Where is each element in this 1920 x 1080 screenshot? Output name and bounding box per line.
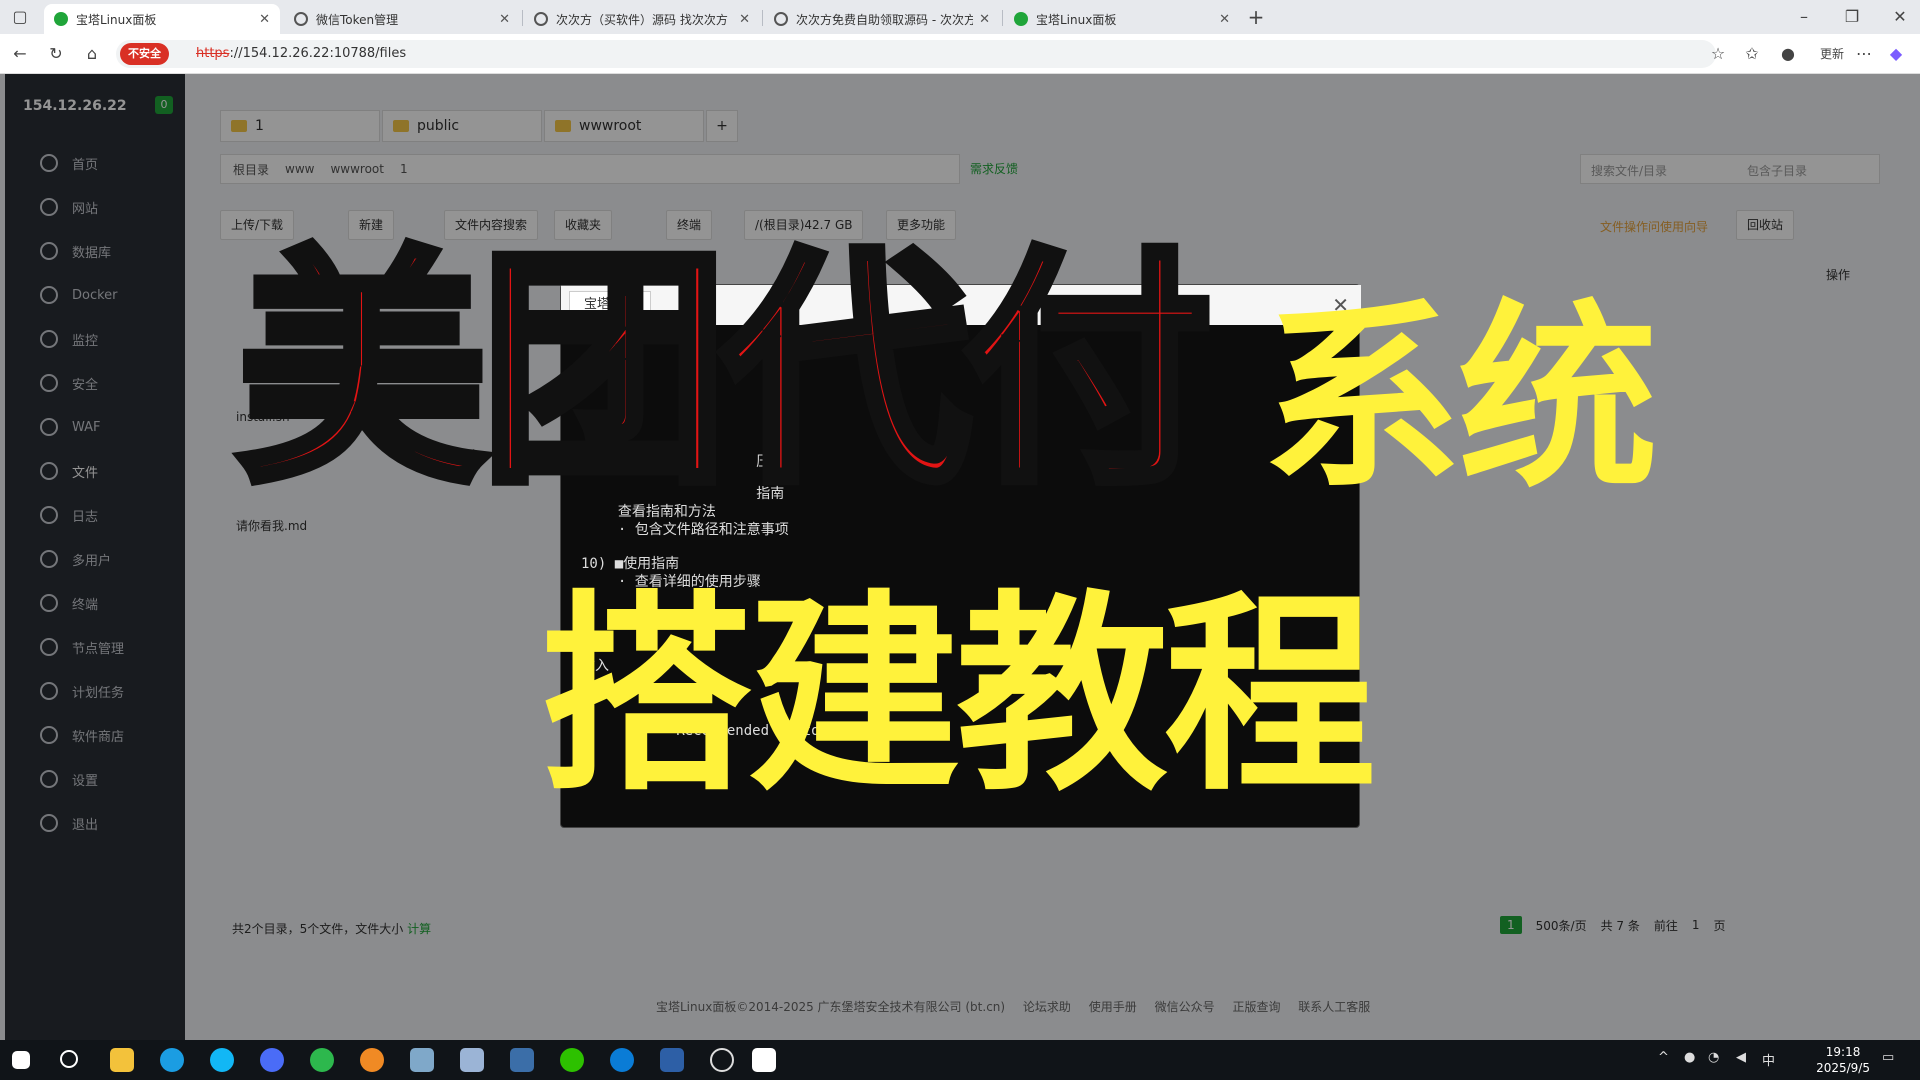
tray-chevron-icon[interactable]: ^ xyxy=(1658,1050,1669,1065)
tab-label: 次次方免费自助领取源码 - 次次方 xyxy=(796,12,974,27)
volume-icon[interactable]: ◀ xyxy=(1736,1050,1746,1065)
browser-toolbar: ← ↻ ⌂ 不安全 https://154.12.26.22:10788/fil… xyxy=(0,34,1920,74)
address-bar[interactable]: 不安全 https://154.12.26.22:10788/files ☆ xyxy=(116,40,1725,68)
app-icon[interactable] xyxy=(660,1048,684,1072)
url-text[interactable]: https://154.12.26.22:10788/files xyxy=(196,46,406,61)
network-icon[interactable]: ◔ xyxy=(1708,1050,1719,1065)
copilot-icon[interactable]: ◆ xyxy=(1884,42,1908,66)
app-icon[interactable] xyxy=(260,1048,284,1072)
notification-icon[interactable]: ▭ xyxy=(1882,1050,1894,1065)
taskbar: ^ ● ◔ ◀ 中 19:18 2025/9/5 ▭ xyxy=(0,1040,1920,1080)
globe-icon xyxy=(534,12,548,26)
app-icon[interactable] xyxy=(710,1048,734,1072)
url-path: ://154.12.26.22:10788/files xyxy=(229,46,407,61)
refresh-icon[interactable]: ↻ xyxy=(44,42,68,66)
update-button[interactable]: 更新 xyxy=(1814,42,1850,66)
overlay-title-yellow-2: 搭建教程 xyxy=(540,572,1376,819)
clock[interactable]: 19:18 2025/9/5 xyxy=(1816,1044,1870,1076)
more-icon[interactable]: ⋯ xyxy=(1852,42,1876,66)
clock-date: 2025/9/5 xyxy=(1816,1061,1870,1075)
tab-baota-1[interactable]: 宝塔Linux面板 ✕ xyxy=(44,4,280,34)
tab-label: 微信Token管理 xyxy=(316,12,399,27)
new-tab-button[interactable]: + xyxy=(1244,5,1268,29)
tab-label: 次次方（买软件）源码 找次次方 xyxy=(556,12,728,27)
profile-avatar[interactable]: ● xyxy=(1776,42,1800,66)
close-icon[interactable]: ✕ xyxy=(739,12,750,27)
minimize-icon[interactable]: – xyxy=(1792,5,1816,29)
browser-tab-strip: ▢ 宝塔Linux面板 ✕ 微信Token管理 ✕ 次次方（买软件）源码 找次次… xyxy=(0,0,1920,34)
close-window-icon[interactable]: ✕ xyxy=(1888,5,1912,29)
term-line: 10) ■使用指南 xyxy=(581,556,680,572)
wechat-icon[interactable] xyxy=(560,1048,584,1072)
clock-time: 19:18 xyxy=(1825,1045,1861,1059)
close-icon[interactable]: ✕ xyxy=(499,12,510,27)
app-icon[interactable] xyxy=(752,1048,776,1072)
term-line: · 包含文件路径和注意事项 xyxy=(601,522,789,538)
microphone-icon[interactable]: ● xyxy=(1684,1050,1695,1065)
app-icon[interactable] xyxy=(410,1048,434,1072)
file-explorer-icon[interactable] xyxy=(110,1048,134,1072)
favorites-icon[interactable]: ✩ xyxy=(1740,42,1764,66)
overlay-title-red: 美团代付 xyxy=(233,228,1217,516)
tab-baota-2[interactable]: 宝塔Linux面板 ✕ xyxy=(1004,4,1240,34)
overlay-title-yellow-1: 系统 xyxy=(1262,283,1658,516)
globe-icon xyxy=(774,12,788,26)
app-icon[interactable] xyxy=(610,1048,634,1072)
app-icon[interactable] xyxy=(310,1048,334,1072)
windows-start-icon[interactable] xyxy=(12,1051,30,1069)
url-scheme: https xyxy=(196,46,230,61)
tab-cicifang-free[interactable]: 次次方免费自助领取源码 - 次次方 ✕ xyxy=(764,4,1000,34)
insecure-badge[interactable]: 不安全 xyxy=(120,43,169,65)
edge-icon[interactable] xyxy=(160,1048,184,1072)
app-icon[interactable] xyxy=(360,1048,384,1072)
tab-actions-icon[interactable]: ▢ xyxy=(8,5,32,29)
qq-icon[interactable] xyxy=(210,1048,234,1072)
close-icon[interactable]: ✕ xyxy=(259,12,270,27)
steam-icon[interactable] xyxy=(510,1048,534,1072)
tab-label: 宝塔Linux面板 xyxy=(1036,12,1117,27)
close-icon[interactable]: ✕ xyxy=(1219,12,1230,27)
tab-label: 宝塔Linux面板 xyxy=(76,12,157,27)
back-icon[interactable]: ← xyxy=(8,42,32,66)
search-icon[interactable] xyxy=(60,1050,78,1068)
shield-icon xyxy=(54,12,68,26)
ime-indicator[interactable]: 中 xyxy=(1762,1050,1775,1069)
restore-icon[interactable]: ❐ xyxy=(1840,5,1864,29)
close-icon[interactable]: ✕ xyxy=(979,12,990,27)
app-icon[interactable] xyxy=(460,1048,484,1072)
globe-icon xyxy=(294,12,308,26)
tab-cicifang-source[interactable]: 次次方（买软件）源码 找次次方 ✕ xyxy=(524,4,760,34)
home-icon[interactable]: ⌂ xyxy=(80,42,104,66)
tab-wechat-token[interactable]: 微信Token管理 ✕ xyxy=(284,4,520,34)
shield-icon xyxy=(1014,12,1028,26)
star-icon[interactable]: ☆ xyxy=(1706,42,1730,66)
